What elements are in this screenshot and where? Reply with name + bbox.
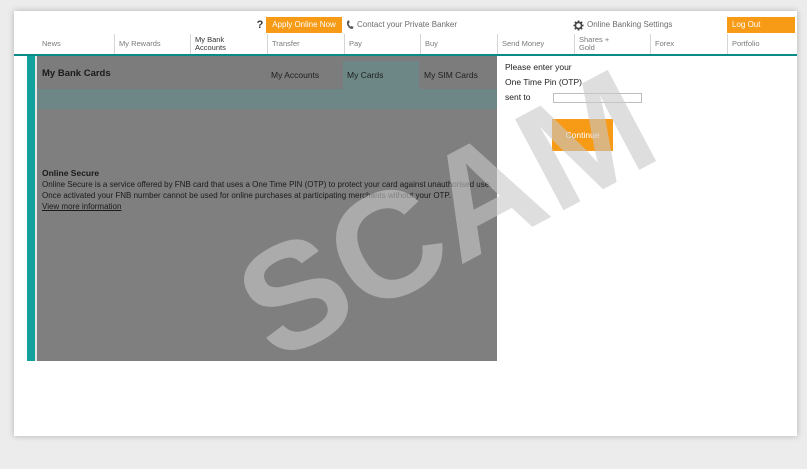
nav-item-pay[interactable]: Pay (344, 34, 420, 54)
nav-item-shares-gold[interactable]: Shares + Gold (574, 34, 650, 54)
phone-icon (346, 20, 354, 29)
tab-my-sim-cards[interactable]: My SIM Cards (420, 61, 497, 89)
nav-item-forex[interactable]: Forex (650, 34, 727, 54)
view-more-information-link[interactable]: View more information (42, 201, 497, 212)
nav-item-my-rewards[interactable]: My Rewards (114, 34, 190, 54)
tab-my-cards[interactable]: My Cards (343, 61, 419, 89)
continue-button[interactable]: Continue (552, 119, 613, 151)
otp-input[interactable] (553, 93, 642, 103)
otp-prompt-line-3: sent to (505, 92, 531, 102)
main-nav: News My Rewards My Bank Accounts Transfe… (14, 34, 797, 54)
online-secure-line-1: Online Secure is a service offered by FN… (42, 180, 492, 189)
contact-banker-link[interactable]: Contact your Private Banker (346, 17, 457, 33)
online-secure-title: Online Secure (42, 168, 100, 178)
panel-subbar (37, 89, 497, 109)
online-secure-line-2: Once activated your FNB number cannot be… (42, 191, 451, 200)
nav-item-news[interactable]: News (38, 34, 114, 54)
apply-online-button[interactable]: Apply Online Now (266, 17, 342, 33)
left-accent-strip (27, 56, 35, 361)
settings-label: Online Banking Settings (587, 20, 673, 29)
nav-item-my-bank-accounts-label: My Bank Accounts (195, 35, 226, 52)
online-secure-info: Online Secure Online Secure is a service… (42, 168, 497, 212)
nav-item-portfolio[interactable]: Portfolio (727, 34, 797, 54)
nav-item-send-money[interactable]: Send Money (497, 34, 574, 54)
nav-item-buy[interactable]: Buy (420, 34, 497, 54)
tab-my-accounts[interactable]: My Accounts (267, 61, 343, 89)
nav-item-shares-gold-label: Shares + Gold (579, 35, 610, 52)
page-title: My Bank Cards (42, 68, 111, 79)
otp-prompt-line-2: One Time Pin (OTP) (505, 77, 582, 87)
contact-banker-label: Contact your Private Banker (357, 20, 458, 29)
gear-icon (573, 19, 584, 31)
nav-item-my-bank-accounts[interactable]: My Bank Accounts (190, 34, 267, 54)
otp-prompt-line-1: Please enter your (505, 62, 572, 72)
logout-button[interactable]: Log Out (727, 17, 795, 33)
nav-item-transfer[interactable]: Transfer (267, 34, 344, 54)
bank-cards-panel: My Bank Cards My Accounts My Cards My SI… (37, 56, 497, 361)
help-icon[interactable]: ? (255, 17, 265, 33)
online-banking-settings-link[interactable]: Online Banking Settings (573, 17, 672, 33)
